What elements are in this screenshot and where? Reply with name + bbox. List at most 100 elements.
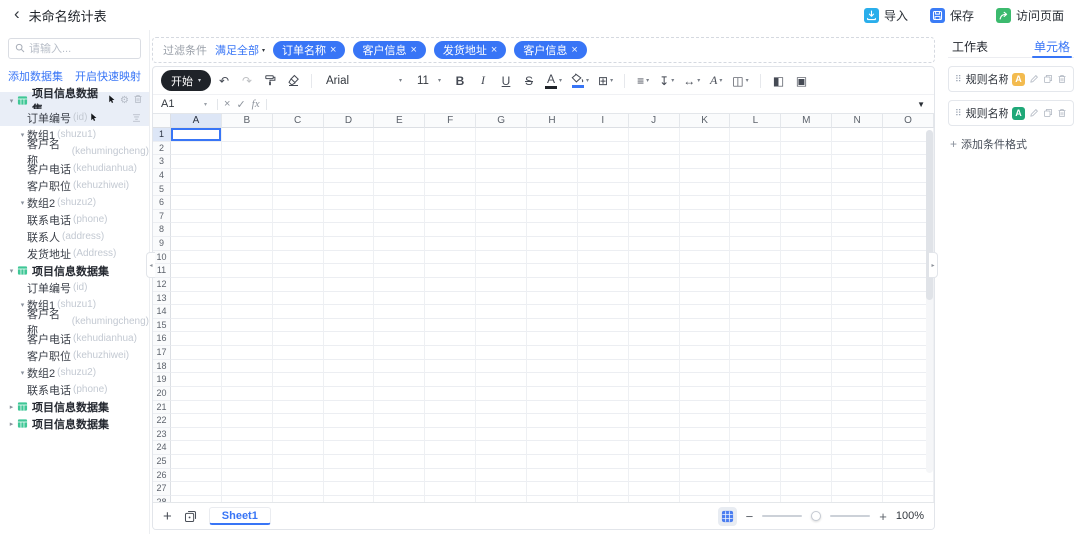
row-header[interactable]: 18 bbox=[153, 360, 171, 374]
column-header[interactable]: M bbox=[781, 114, 832, 128]
row-header[interactable]: 15 bbox=[153, 319, 171, 333]
row-header[interactable]: 24 bbox=[153, 441, 171, 455]
grid-cell[interactable] bbox=[374, 387, 425, 401]
grid-cell[interactable] bbox=[273, 223, 324, 237]
grid-cell[interactable] bbox=[476, 441, 527, 455]
grid-cell[interactable] bbox=[374, 183, 425, 197]
grid-cell[interactable] bbox=[629, 155, 680, 169]
grid-cell[interactable] bbox=[629, 360, 680, 374]
grid-cell[interactable] bbox=[171, 278, 222, 292]
tree-item-kehudianhua[interactable]: 客户电话(kehudianhua) bbox=[0, 160, 149, 177]
grid-cell[interactable] bbox=[222, 251, 273, 265]
row-header[interactable]: 26 bbox=[153, 469, 171, 483]
zoom-in-button[interactable]: + bbox=[879, 510, 887, 523]
grid-cell[interactable] bbox=[781, 373, 832, 387]
grid-cell[interactable] bbox=[781, 210, 832, 224]
grid-cell[interactable] bbox=[781, 441, 832, 455]
grid-cell[interactable] bbox=[374, 455, 425, 469]
grid-cell[interactable] bbox=[629, 441, 680, 455]
grid-cell[interactable] bbox=[374, 292, 425, 306]
add-dataset-link[interactable]: 添加数据集 bbox=[8, 68, 63, 84]
mapping-icon[interactable] bbox=[131, 112, 149, 123]
clear-format-icon[interactable] bbox=[283, 70, 303, 91]
grid-cell[interactable] bbox=[578, 401, 629, 415]
grid-cell[interactable] bbox=[832, 332, 883, 346]
grid-cell[interactable] bbox=[273, 428, 324, 442]
grid-cell[interactable] bbox=[273, 332, 324, 346]
drag-handle-icon[interactable]: ⠿ bbox=[955, 108, 962, 119]
grid-cell[interactable] bbox=[527, 251, 578, 265]
grid-cell[interactable] bbox=[578, 428, 629, 442]
grid-cell[interactable] bbox=[527, 223, 578, 237]
grid-cell[interactable] bbox=[222, 183, 273, 197]
visit-page-button[interactable]: 访问页面 bbox=[996, 7, 1064, 24]
grid-cell[interactable] bbox=[273, 128, 324, 142]
grid-cell[interactable] bbox=[222, 305, 273, 319]
grid-cell[interactable] bbox=[832, 223, 883, 237]
column-header[interactable]: F bbox=[425, 114, 476, 128]
grid-cell[interactable] bbox=[171, 401, 222, 415]
tree-item-phone[interactable]: 联系电话(phone) bbox=[0, 381, 149, 398]
grid-cell[interactable] bbox=[171, 305, 222, 319]
grid-cell[interactable] bbox=[324, 292, 375, 306]
grid-cell[interactable] bbox=[629, 196, 680, 210]
grid-cell[interactable] bbox=[781, 455, 832, 469]
grid-cell[interactable] bbox=[781, 264, 832, 278]
h-align-button[interactable]: ≡▾ bbox=[633, 70, 653, 91]
grid-cell[interactable] bbox=[476, 183, 527, 197]
grid-cell[interactable] bbox=[324, 319, 375, 333]
grid-cell[interactable] bbox=[425, 196, 476, 210]
grid-cell[interactable] bbox=[680, 183, 731, 197]
caret-right-icon[interactable]: ▸ bbox=[7, 403, 16, 411]
grid-cell[interactable] bbox=[171, 237, 222, 251]
grid-cell[interactable] bbox=[374, 360, 425, 374]
grid-cell[interactable] bbox=[171, 292, 222, 306]
grid-cell[interactable] bbox=[222, 210, 273, 224]
v-align-button[interactable]: ↧▾ bbox=[656, 70, 677, 91]
grid-cell[interactable] bbox=[324, 223, 375, 237]
grid-cell[interactable] bbox=[578, 469, 629, 483]
grid-cell[interactable] bbox=[476, 237, 527, 251]
grid-cell[interactable] bbox=[781, 469, 832, 483]
grid-cell[interactable] bbox=[527, 278, 578, 292]
grid-cell[interactable] bbox=[629, 496, 680, 502]
grid-cell[interactable] bbox=[324, 142, 375, 156]
grid-cell[interactable] bbox=[425, 360, 476, 374]
grid-cell[interactable] bbox=[425, 332, 476, 346]
grid-cell[interactable] bbox=[476, 387, 527, 401]
zoom-slider-track[interactable] bbox=[762, 515, 802, 517]
grid-cell[interactable] bbox=[730, 428, 781, 442]
tree-item-shuzu1[interactable]: ▾数组1(shuzu1) bbox=[0, 296, 149, 313]
grid-cell[interactable] bbox=[832, 251, 883, 265]
grid-cell[interactable] bbox=[171, 360, 222, 374]
grid-cell[interactable] bbox=[730, 332, 781, 346]
grid-cell[interactable] bbox=[832, 305, 883, 319]
grid-cell[interactable] bbox=[171, 496, 222, 502]
vertical-scrollbar[interactable] bbox=[926, 130, 933, 473]
grid-cell[interactable] bbox=[527, 319, 578, 333]
grid-cell[interactable] bbox=[730, 237, 781, 251]
grid-cell[interactable] bbox=[425, 496, 476, 502]
grid-cell[interactable] bbox=[730, 169, 781, 183]
grid-cell[interactable] bbox=[171, 469, 222, 483]
grid-cell[interactable] bbox=[832, 210, 883, 224]
grid-cell[interactable] bbox=[527, 264, 578, 278]
grid-cell[interactable] bbox=[730, 482, 781, 496]
grid-cell[interactable] bbox=[527, 469, 578, 483]
grid-cell[interactable] bbox=[629, 305, 680, 319]
rule-card[interactable]: ⠿规则名称名A bbox=[948, 66, 1074, 92]
insert-image-button[interactable]: ▣ bbox=[792, 70, 812, 91]
grid-cell[interactable] bbox=[222, 196, 273, 210]
grid-cell[interactable] bbox=[527, 183, 578, 197]
grid-cell[interactable] bbox=[781, 482, 832, 496]
grid-cell[interactable] bbox=[578, 196, 629, 210]
grid-cell[interactable] bbox=[629, 128, 680, 142]
tree-item-id[interactable]: 订单编号(id) bbox=[0, 109, 149, 126]
rule-card[interactable]: ⠿规则名称名A bbox=[948, 100, 1074, 126]
grid-cell[interactable] bbox=[374, 210, 425, 224]
grid-cell[interactable] bbox=[273, 169, 324, 183]
grid-cell[interactable] bbox=[171, 155, 222, 169]
grid-cell[interactable] bbox=[171, 319, 222, 333]
grid-cell[interactable] bbox=[273, 387, 324, 401]
tree-item-shuzu2[interactable]: ▾数组2(shuzu2) bbox=[0, 364, 149, 381]
